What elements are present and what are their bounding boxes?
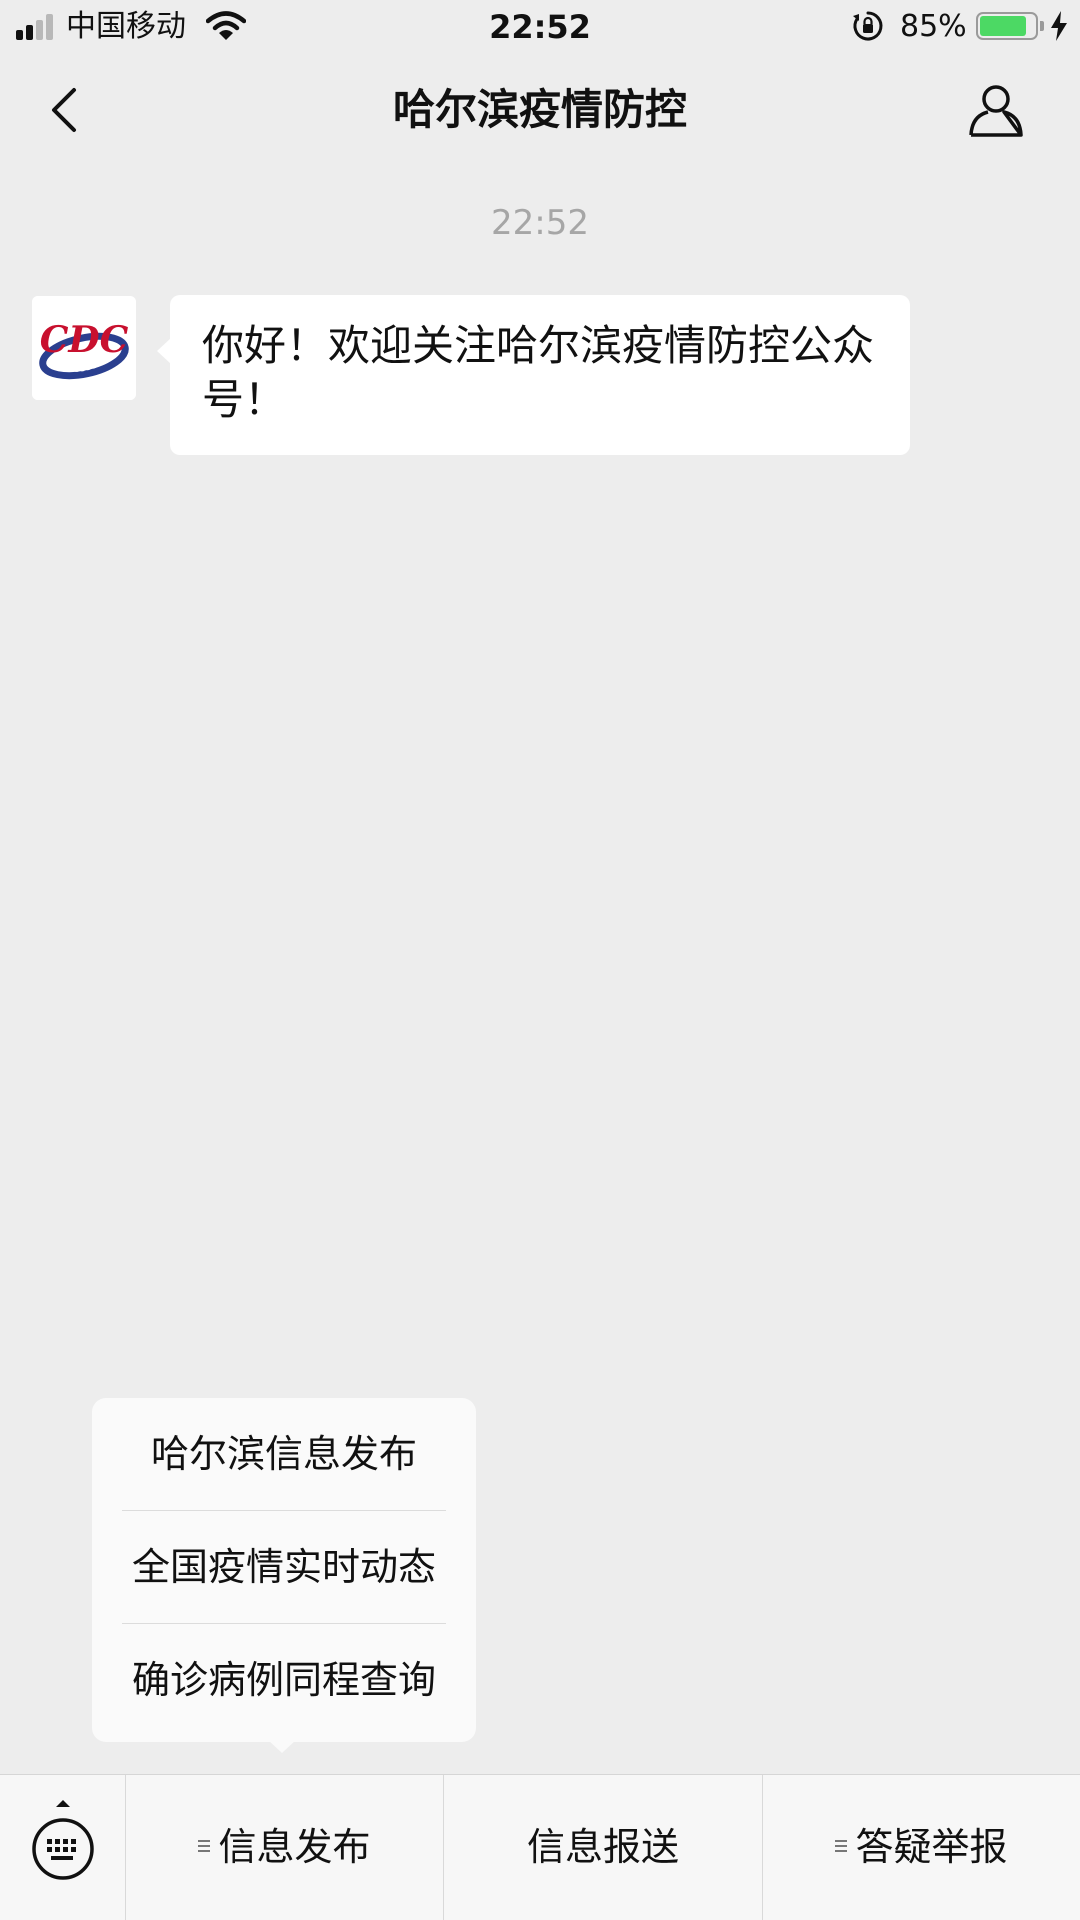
message-bubble-tail — [157, 338, 171, 364]
chat-timestamp: 22:52 — [491, 203, 589, 243]
submenu-lines-icon — [835, 1839, 848, 1852]
menu-tab-label: 信息发布 — [218, 1825, 371, 1869]
menu-tab-info-release[interactable]: 信息发布 — [126, 1775, 443, 1920]
battery-cap — [1040, 21, 1044, 31]
charging-bolt-icon — [1051, 11, 1067, 41]
submenu-item-national-epidemic[interactable]: 全国疫情实时动态 — [92, 1511, 476, 1623]
menu-tab-info-report[interactable]: 信息报送 — [444, 1775, 762, 1920]
submenu-popup: 哈尔滨信息发布 全国疫情实时动态 确诊病例同程查询 — [92, 1398, 476, 1742]
battery-icon — [976, 12, 1038, 40]
menu-tab-label: 信息报送 — [526, 1825, 679, 1869]
keyboard-icon — [32, 1800, 94, 1880]
submenu-pointer — [268, 1740, 296, 1753]
battery-percentage: 85% — [900, 9, 967, 44]
submenu-item-harbin-info[interactable]: 哈尔滨信息发布 — [92, 1398, 476, 1510]
page-title: 哈尔滨疫情防控 — [392, 85, 687, 134]
menu-tab-label: 答疑举报 — [855, 1825, 1008, 1869]
carrier-name: 中国移动 — [66, 9, 186, 44]
status-bar: 中国移动 22:52 85% — [0, 0, 1080, 56]
keyboard-toggle-button[interactable] — [0, 1775, 126, 1920]
message-text: 你好！欢迎关注哈尔滨疫情防控公众号！ — [202, 321, 875, 424]
submenu-item-case-trip-query[interactable]: 确诊病例同程查询 — [92, 1624, 476, 1736]
menu-tab-qa-report[interactable]: 答疑举报 — [763, 1775, 1080, 1920]
person-icon — [969, 85, 1023, 137]
orientation-lock-icon — [853, 11, 883, 41]
svg-text:CDC: CDC — [40, 319, 129, 361]
cdc-logo-icon: CDC — [32, 296, 136, 400]
message-bubble[interactable]: 你好！欢迎关注哈尔滨疫情防控公众号！ — [170, 295, 910, 455]
profile-button[interactable] — [966, 80, 1026, 140]
bottom-menu-bar: 信息发布 信息报送 答疑举报 — [0, 1774, 1080, 1920]
account-avatar[interactable]: CDC — [32, 296, 136, 400]
wechat-official-account-chat: 中国移动 22:52 85% 哈尔滨疫情防控 22:52 CDC 你好！欢迎关注… — [0, 0, 1080, 1920]
status-time: 22:52 — [489, 8, 591, 46]
wifi-icon — [206, 11, 246, 40]
signal-icon — [16, 14, 56, 40]
back-button[interactable] — [40, 82, 96, 138]
navigation-bar: 哈尔滨疫情防控 — [0, 56, 1080, 164]
submenu-lines-icon — [198, 1839, 211, 1852]
